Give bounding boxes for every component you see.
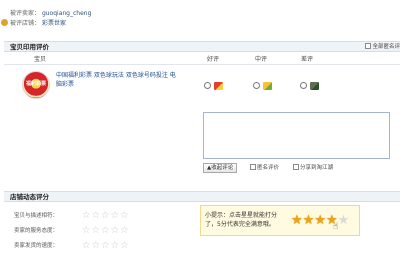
anonymous-comment-checkbox[interactable] [250, 164, 256, 170]
store-name-row: 被评店铺： 彩票世家 [10, 19, 66, 29]
anonymous-all-checkbox[interactable] [365, 43, 372, 49]
neutral-rating-radio[interactable] [253, 82, 260, 89]
shipping-star-rating[interactable]: ☆☆☆☆☆ [82, 241, 130, 251]
tip-star-rating: ★★★★★ [291, 214, 349, 228]
star-filled-icon: ★ [291, 213, 303, 228]
seller-label: 被评卖家： [10, 10, 41, 17]
seller-info: 被评卖家： guoqiang_cheng 被评店铺： 彩票世家 [0, 7, 400, 31]
neutral-rating-icon [263, 82, 272, 90]
rating-column-header: 宝贝 好评 中评 差评 [4, 55, 400, 65]
store-rating-title: 店铺动态评分 [10, 193, 49, 201]
seller-avatar-icon [1, 19, 8, 26]
star-filled-icon: ★ [314, 213, 326, 228]
product-name-link[interactable]: 中国福利彩票 双色球玩法 双色球号码投注 电脑彩票 [56, 71, 176, 89]
item-rating-header: 宝贝印用评价 全部匿名评 [4, 41, 400, 52]
item-rating-title: 宝贝印用评价 [10, 43, 49, 51]
store-label: 被评店铺： [10, 20, 41, 27]
good-rating-icon [214, 82, 223, 90]
store-row-shipping-label: 卖家发货的速度： [14, 243, 59, 249]
store-rating-header: 店铺动态评分 [4, 191, 400, 202]
fold-comment-button[interactable]: ▲收起评论 [203, 163, 238, 173]
column-item: 宝贝 [34, 56, 47, 63]
seller-name-row: 被评卖家： guoqiang_cheng [10, 9, 91, 19]
comment-textarea[interactable] [203, 112, 390, 159]
hand-cursor-icon: ☝ [333, 222, 339, 232]
anonymous-all-option[interactable]: 全部匿名评 [365, 43, 400, 51]
star-empty-icon: ★ [337, 213, 350, 228]
share-label: 分享到淘江湖 [300, 165, 334, 171]
share-option[interactable]: 分享到淘江湖 [293, 163, 333, 173]
store-name[interactable]: 彩票世家 [42, 20, 66, 27]
service-star-rating[interactable]: ☆☆☆☆☆ [82, 226, 130, 236]
description-star-rating[interactable]: ☆☆☆☆☆ [82, 211, 130, 221]
column-good: 好评 [207, 56, 220, 63]
bad-rating-radio[interactable] [300, 82, 307, 89]
store-row-description-label: 宝贝与描述相符： [14, 213, 59, 219]
rating-tip-box: 小提示：点击星星就能打分了，5分代表完全满意哦。 ★★★★★ ☝ [200, 205, 360, 236]
anonymous-comment-option[interactable]: 匿名评价 [250, 163, 279, 173]
anonymous-comment-label: 匿名评价 [257, 165, 280, 171]
column-neutral: 中评 [255, 56, 268, 63]
bad-rating-icon [310, 82, 319, 90]
rating-tip-text: 小提示：点击星星就能打分了，5分代表完全满意哦。 [205, 212, 278, 228]
seller-name[interactable]: guoqiang_cheng [42, 10, 91, 17]
product-image-text: 福利彩票 [25, 81, 46, 87]
star-filled-icon: ★ [302, 213, 315, 228]
column-bad: 差评 [301, 56, 314, 63]
store-row-service-label: 卖家的服务态度： [14, 228, 59, 234]
share-checkbox[interactable] [293, 164, 299, 170]
anonymous-all-label: 全部匿名评 [372, 44, 400, 50]
good-rating-radio[interactable] [204, 82, 211, 89]
